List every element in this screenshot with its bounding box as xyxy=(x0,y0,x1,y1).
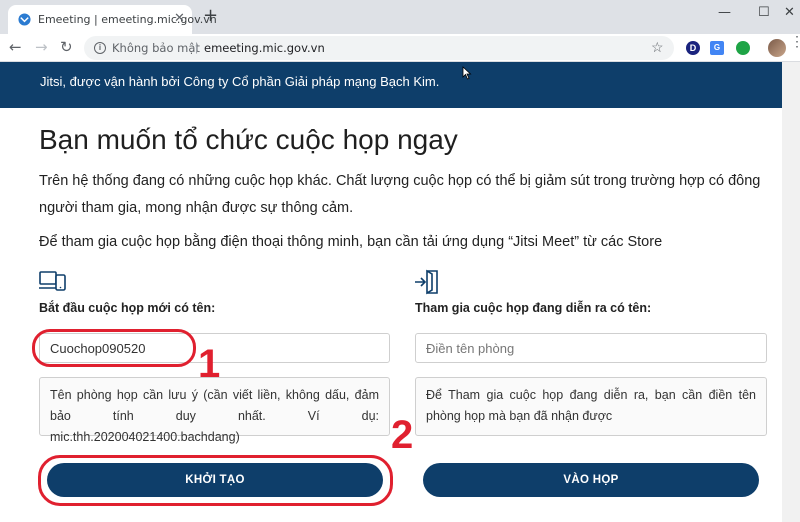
browser-tab-bar: Emeeting | emeeting.mic.gov.vn ✕ + — ☐ ✕ xyxy=(0,0,800,34)
address-bar[interactable]: i Không bảo mật | emeeting.mic.gov.vn ☆ xyxy=(84,36,674,60)
info-icon[interactable]: i xyxy=(94,42,106,54)
join-meeting-label: Tham gia cuộc họp đang diễn ra có tên: xyxy=(415,301,652,315)
annotation-ring-button xyxy=(38,455,393,506)
site-favicon-icon xyxy=(18,13,31,26)
forward-arrow-icon[interactable]: → xyxy=(35,38,48,56)
annotation-step-1: 1 xyxy=(198,342,221,386)
page-title: Bạn muốn tổ chức cuộc họp ngay xyxy=(39,124,458,155)
mouse-cursor-icon xyxy=(462,66,472,80)
tab-close-icon[interactable]: ✕ xyxy=(174,11,185,26)
maximize-window-button[interactable]: ☐ xyxy=(758,5,770,20)
join-room-note: Để Tham gia cuộc họp đang diễn ra, bạn c… xyxy=(415,377,767,436)
back-arrow-icon[interactable]: ← xyxy=(9,38,22,56)
browser-menu-icon[interactable]: ⋮ xyxy=(790,34,800,48)
tab-title: Emeeting | emeeting.mic.gov.vn xyxy=(38,13,217,26)
new-tab-button[interactable]: + xyxy=(203,7,218,25)
close-window-button[interactable]: ✕ xyxy=(784,5,795,20)
translate-extension-icon[interactable]: G xyxy=(710,41,724,55)
site-banner: Jitsi, được vận hành bởi Công ty Cổ phần… xyxy=(0,62,782,108)
profile-avatar[interactable] xyxy=(768,39,786,57)
url-text[interactable]: emeeting.mic.gov.vn xyxy=(204,41,325,55)
page-scrollbar[interactable] xyxy=(782,62,800,522)
devices-icon xyxy=(39,271,66,291)
mobile-note-text: Để tham gia cuộc họp bằng điện thoại thô… xyxy=(39,234,663,250)
not-secure-label: Không bảo mật xyxy=(112,41,200,55)
join-meeting-button[interactable]: VÀO HỌP xyxy=(423,463,759,497)
annotation-step-2: 2 xyxy=(391,413,414,457)
banner-text: Jitsi, được vận hành bởi Công ty Cổ phần… xyxy=(40,74,440,89)
minimize-window-button[interactable]: — xyxy=(718,5,731,20)
green-extension-icon[interactable] xyxy=(736,41,750,55)
d-extension-icon[interactable]: D xyxy=(686,41,700,55)
join-room-name-input[interactable] xyxy=(415,333,767,363)
url-separator: | xyxy=(195,40,199,54)
annotation-ring-input xyxy=(32,329,196,367)
enter-door-icon xyxy=(415,269,438,295)
bookmark-star-icon[interactable]: ☆ xyxy=(651,39,664,56)
reload-icon[interactable]: ↻ xyxy=(60,38,73,56)
browser-tab[interactable]: Emeeting | emeeting.mic.gov.vn ✕ xyxy=(8,5,217,34)
browser-toolbar: ← → ↻ i Không bảo mật | emeeting.mic.gov… xyxy=(0,34,800,62)
notice-text: Trên hệ thống đang có những cuộc họp khá… xyxy=(39,173,761,216)
create-meeting-label: Bắt đầu cuộc họp mới có tên: xyxy=(39,301,216,315)
